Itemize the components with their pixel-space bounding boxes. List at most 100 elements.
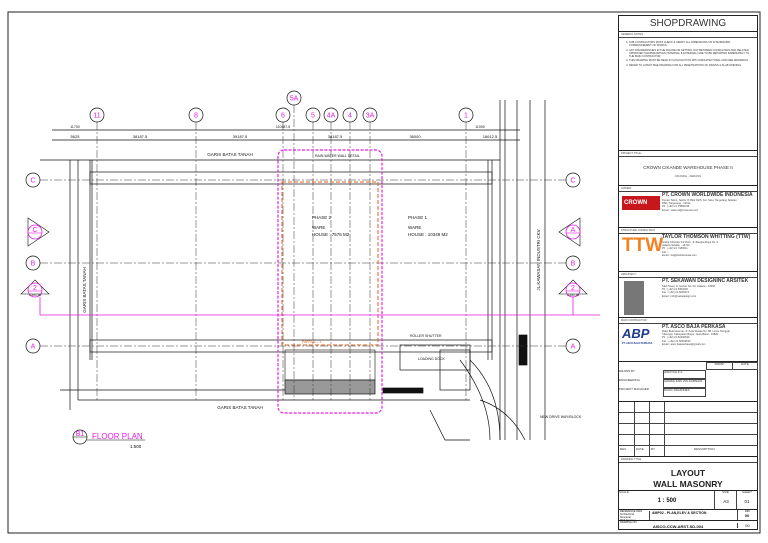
- section-ref: -: [35, 235, 36, 239]
- project-manager: DAUD JOHANNES: [663, 388, 706, 397]
- grid-bubble-5a: 5A: [286, 90, 302, 106]
- bubble-label: 4A: [327, 113, 336, 120]
- bubble-label: 4: [348, 113, 352, 120]
- owner-info: Taman Tekno, Sektor IX Blok D2/5, Kel. S…: [662, 199, 737, 212]
- revision-cloud: [277, 149, 383, 414]
- structure-section: STRUCTURE CONSULTANT : TTW TAYLOR THOMSO…: [619, 228, 757, 272]
- rain-water-label: RAIN WATER WALL DETAIL: [315, 154, 360, 158]
- scale-value: 1 : 500: [657, 498, 677, 504]
- architect-section: ARCHITECT : PT. SEKAWAN DESIGNINC ARSITE…: [619, 272, 757, 318]
- phase1-ware: WARE: [408, 225, 421, 230]
- bubble-label: B: [571, 261, 576, 268]
- rev-header: REV.: [620, 447, 627, 452]
- bubble-label: 6: [281, 113, 285, 120]
- section-ref: A-101-00: [567, 293, 580, 297]
- paraf-label: PARAF: [706, 362, 733, 370]
- bubble-label: 5A: [290, 96, 299, 103]
- boundary-label-top: GARIS BATAS TANAH: [207, 152, 252, 157]
- floor-plan: [40, 100, 546, 441]
- by-header: BY: [651, 447, 656, 452]
- drawing-title-line2: WALL MASONRY: [653, 478, 723, 489]
- contractor-section: MAIN CONTRACTOR : ABP PT. ASCO BAJA PERK…: [619, 318, 757, 362]
- sheet-header: SHOPDRAWING: [649, 18, 727, 29]
- dimension-text: 5625: [71, 134, 81, 139]
- grid-bubble-3a: 3A: [362, 107, 378, 123]
- grid-bubble-right-c: C: [565, 172, 581, 188]
- section-marker: 2A-101-00: [20, 279, 50, 298]
- reference-dwg: AMP02 - PLAN,ELEV & SECTION: [649, 511, 737, 520]
- owner-section: OWNER : CROWN PT. CROWN WORLDWIDE INDONE…: [619, 186, 757, 228]
- phase2-area: HOUSE : 7576 M2: [312, 232, 350, 237]
- grid-bubble-right-a: A: [565, 338, 581, 354]
- section-id: 2: [571, 285, 575, 292]
- section-arrow: [558, 217, 581, 247]
- architect-info: SEA Tower, Jl. Gunter No. 60, Jakarta - …: [662, 285, 716, 298]
- boundary-label-bottom: GARIS BATAS TANAH: [217, 405, 262, 410]
- note: ANY DISCREPANCIES IN THE FIGURE OR SETTI…: [629, 49, 753, 59]
- abp-logo-sub: PT. ASCO BAJA PERKASA: [622, 342, 653, 346]
- bubble-label: 1: [464, 113, 468, 120]
- grid-bubble-left-b: B: [25, 255, 41, 271]
- bubble-label: 3A: [366, 113, 375, 120]
- rev-date-header: DATE: [636, 447, 644, 452]
- section-id: A: [571, 227, 576, 234]
- section-ref: -: [573, 235, 574, 239]
- dimension-text: 16612.5: [483, 134, 498, 139]
- project-location: CIKANDE - SERANG: [674, 173, 702, 178]
- pm-label: PROJECT MANAGER: [619, 387, 649, 391]
- sheet-value: 01: [744, 499, 750, 504]
- structure-name: TAYLOR THOMSON WHITTING (TTW): [662, 234, 751, 240]
- owner-name: PT. CROWN WORLDWIDE INDONESIA: [662, 192, 753, 198]
- architect-logo: [624, 281, 644, 315]
- bubble-label: B: [31, 261, 36, 268]
- section-id: 2: [33, 285, 37, 292]
- dimension-text: 11000: [475, 125, 485, 129]
- general-notes: SUB CONTRACTORS MUST CHECK & VERIFY ALL …: [619, 38, 757, 71]
- engineering: AHMAD ZAKI ZULKARNAIN: [663, 379, 706, 388]
- roller-shutter-label: ROLLER SHUTTER: [410, 334, 442, 338]
- grid-bubble-right-b: B: [565, 255, 581, 271]
- ttw-logo: TTW: [622, 235, 664, 256]
- drawn-by: HIDAYAH Z.A: [663, 370, 706, 379]
- grid-bubble-left-c: C: [25, 172, 41, 188]
- project-title-label: PROJECT TITLE :: [619, 151, 757, 158]
- section-id: C: [32, 227, 37, 234]
- plan-title: B1 FLOOR PLAN 1:500: [72, 429, 145, 449]
- bubble-label: 5: [311, 113, 315, 120]
- plan-title-text: FLOOR PLAN: [92, 432, 143, 441]
- drawing-title-line1: LAYOUT: [670, 468, 706, 479]
- drive-way-label: NEW DRIVE WAY/BLOCK: [540, 415, 582, 419]
- drawing-no: AISCO-CCW-ARST-SD-004: [652, 524, 704, 529]
- section-marker: C-: [27, 217, 50, 247]
- phase2-title: PHASE 2: [312, 215, 332, 220]
- grid-bubble-6: 6: [275, 107, 291, 123]
- date-label: DATE: [732, 362, 758, 370]
- architect-name: PT. SEKAWAN DESIGNINC ARSITEK: [662, 278, 749, 284]
- crown-logo: CROWN: [622, 196, 660, 210]
- rev-no: 00: [744, 513, 750, 518]
- road-label: JL.KAWASAN INDUSTRI CKV: [536, 229, 541, 290]
- size-value: A3: [723, 499, 729, 504]
- grid-bubble-11: 11: [89, 107, 105, 123]
- dimension-text: 38187.5: [133, 134, 148, 139]
- phase2-ware: WARE: [312, 225, 325, 230]
- note: SUB CONTRACTORS MUST CHECK & VERIFY ALL …: [629, 41, 753, 47]
- dimension-text: 39187.5: [233, 134, 248, 139]
- drawing-rev: 00: [737, 523, 757, 528]
- section-ref: A-101-00: [29, 293, 42, 297]
- note: THIS DRAWING MUST BE READ IN CONJUNCTION…: [629, 59, 753, 62]
- dimension-text: 36000: [409, 134, 421, 139]
- revision-table: REV. DATE BY DESCRIPTION: [619, 402, 757, 457]
- bubble-label: C: [570, 178, 575, 185]
- grid-bubble-left-a: A: [25, 338, 41, 354]
- title-block: SHOPDRAWING GENERAL NOTES : SUB CONTRACT…: [618, 15, 758, 530]
- plan-id: B1: [76, 431, 85, 438]
- abp-logo-text: ABP: [622, 326, 650, 341]
- bubble-label: C: [30, 178, 35, 185]
- abp-logo: ABP PT. ASCO BAJA PERKASA: [622, 326, 660, 350]
- grid-bubble-4a: 4A: [323, 107, 339, 123]
- phase1-area: HOUSE : 10349 M2: [408, 232, 448, 237]
- section-marker: 2A-101-00: [558, 279, 588, 298]
- dimensions: 5625 38187.5 39187.5 38187.5 36000 16612.5 117…: [70, 125, 498, 139]
- grid-lines: [40, 105, 566, 400]
